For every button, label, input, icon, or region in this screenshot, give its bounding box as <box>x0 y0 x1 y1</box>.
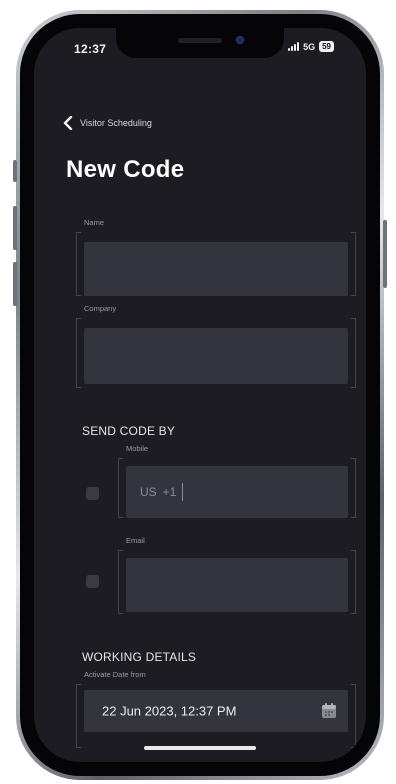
activate-date-label: Activate Date from <box>84 670 146 679</box>
field-bracket-right <box>351 458 356 518</box>
text-cursor <box>182 483 184 501</box>
phone-frame: 12:37 5G 59 Visitor Scheduling New Code <box>13 10 387 780</box>
field-bracket-right <box>351 550 356 614</box>
company-input[interactable] <box>84 328 348 384</box>
mobile-checkbox[interactable] <box>86 487 99 500</box>
mobile-field-group: Mobile US +1 <box>118 444 356 524</box>
field-bracket-left <box>118 550 123 614</box>
status-indicators: 5G 59 <box>288 41 334 52</box>
working-details-section-title: WORKING DETAILS <box>82 650 197 664</box>
field-bracket-left <box>76 684 81 748</box>
send-code-section-title: SEND CODE BY <box>82 424 176 438</box>
dial-code: +1 <box>162 485 177 499</box>
silent-switch <box>13 160 17 182</box>
activate-date-input[interactable]: 22 Jun 2023, 12:37 PM <box>84 690 348 732</box>
company-field-group: Company <box>76 304 356 394</box>
speaker-grille <box>178 38 222 43</box>
field-bracket-right <box>351 232 356 296</box>
status-time: 12:37 <box>74 42 107 56</box>
page-title: New Code <box>66 156 185 183</box>
email-label: Email <box>126 536 145 545</box>
chevron-left-icon <box>63 116 73 130</box>
email-input[interactable] <box>126 558 348 612</box>
mobile-label: Mobile <box>126 444 149 453</box>
volume-down-button <box>13 262 17 306</box>
field-bracket-right <box>351 318 356 388</box>
field-bracket-left <box>76 232 81 296</box>
power-button <box>383 220 387 288</box>
email-field-group: Email <box>118 536 356 620</box>
volume-up-button <box>13 206 17 250</box>
company-label: Company <box>84 304 117 313</box>
network-type: 5G <box>303 41 316 52</box>
back-button[interactable]: Visitor Scheduling <box>62 116 152 130</box>
name-input[interactable] <box>84 242 348 296</box>
field-bracket-left <box>118 458 123 518</box>
name-field-group: Name <box>76 218 356 302</box>
field-bracket-right <box>351 684 356 748</box>
app-screen: 12:37 5G 59 Visitor Scheduling New Code <box>34 28 366 762</box>
name-label: Name <box>84 218 105 227</box>
field-bracket-left <box>76 318 81 388</box>
signal-icon <box>288 42 300 51</box>
camera-icon <box>236 36 244 44</box>
mobile-input[interactable]: US +1 <box>126 466 348 518</box>
mobile-country-code[interactable]: US +1 <box>140 483 184 501</box>
calendar-icon[interactable] <box>320 702 338 720</box>
notch <box>116 28 284 58</box>
country-code: US <box>140 485 157 499</box>
battery-icon: 59 <box>319 41 334 52</box>
email-checkbox[interactable] <box>86 575 99 588</box>
activate-date-value: 22 Jun 2023, 12:37 PM <box>102 703 237 719</box>
back-label: Visitor Scheduling <box>80 118 152 128</box>
activate-date-field-group: Activate Date from 22 Jun 2023, 12:37 PM <box>76 670 356 754</box>
home-indicator[interactable] <box>144 746 256 750</box>
